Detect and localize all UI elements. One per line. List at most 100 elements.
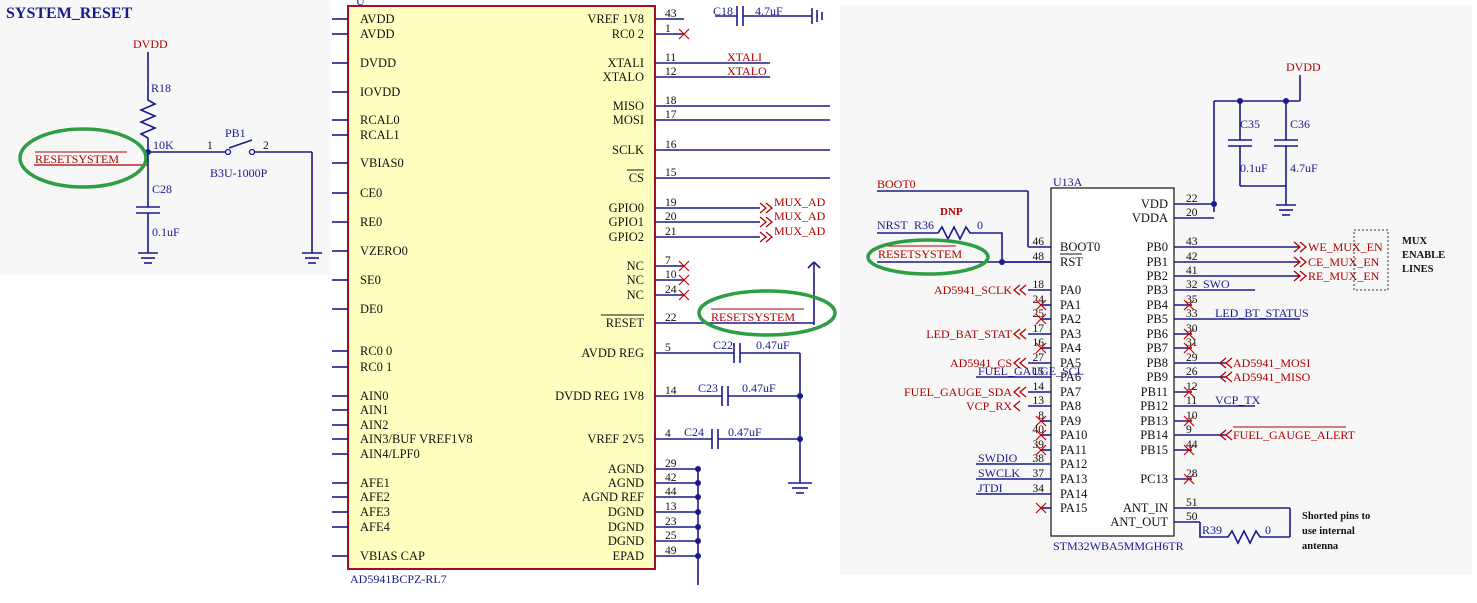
r18-value: 10K [153, 138, 174, 152]
c22-cap [655, 343, 801, 483]
stm32-left-pin-label: PA15 [1060, 501, 1087, 515]
stm32-left-pin-label: PA10 [1060, 428, 1087, 442]
ad5941-net-label: MUX_AD [774, 224, 826, 238]
stm32-net-label: LED_BAT_STAT [926, 327, 1012, 341]
ad5941-right-pin-label: AGND [608, 476, 644, 490]
stm32-part: STM32WBA5MMGH6TR [1053, 539, 1184, 553]
stm32-right-pin-label: PB0 [1146, 240, 1168, 254]
ad5941-right-pin-label: XTALI [608, 56, 645, 70]
stm32-net-label: VCP_TX [1215, 393, 1261, 407]
net-arrow [1224, 357, 1233, 369]
switch-contact-right [248, 148, 256, 156]
ad5941-left-pin-label: RCAL0 [360, 113, 400, 127]
antenna-note-line: Shorted pins to [1302, 511, 1370, 522]
stm32-net-label: JTDI [978, 481, 1003, 495]
stm32-left-pin-label: PA2 [1060, 312, 1081, 326]
ad5941-left-pin-label: AFE4 [360, 520, 391, 534]
ad5941-left-pin-label: AIN0 [360, 389, 388, 403]
sheet-title: SYSTEM_RESET [6, 5, 133, 22]
ad5941-net-label: XTALO [727, 64, 767, 78]
stm32-net-label: SWCLK [978, 466, 1020, 480]
pb1-pin2: 2 [263, 140, 269, 152]
net-arrow [759, 231, 768, 243]
ad5941-right-pin-label: DGND [608, 505, 644, 519]
ad5941-right-pin-label: DGND [608, 534, 644, 548]
ad5941-right-pin-label: XTALO [603, 70, 644, 84]
stm32-left-pin-label: PA3 [1060, 327, 1081, 341]
ad5941-net-label: MUX_AD [774, 209, 826, 223]
stm32-net-label: SWDIO [978, 451, 1018, 465]
stm32-left-pin-label: RST [1060, 255, 1083, 269]
c28-value: 0.1uF [152, 225, 180, 239]
r36-ref: R36 [914, 218, 934, 232]
c22-ref: C22 [713, 338, 733, 352]
ad5941-right-pin-label: DGND [608, 520, 644, 534]
stm32-right-pin-label: PB14 [1140, 428, 1169, 442]
stm32-ref: U13A [1053, 175, 1083, 189]
pb1-pin1: 1 [207, 140, 213, 152]
switch-contact-left [224, 148, 232, 156]
stm32-right-pin-label: PB6 [1146, 327, 1168, 341]
stm32-right-pin-label: PB9 [1146, 370, 1168, 384]
r36-dnp: DNP [940, 206, 963, 218]
stm32-right-pin-label: PB5 [1146, 312, 1168, 326]
antenna-note-line: antenna [1302, 541, 1339, 552]
mux-note-line: MUX [1402, 236, 1427, 247]
c23-value: 0.47uF [742, 381, 776, 395]
ad5941-left-pin-label: RE0 [360, 215, 382, 229]
stm32-right-pin-label: PB2 [1146, 269, 1168, 283]
ad5941-right-pin-label: MISO [613, 99, 644, 113]
ad5941-right-pin-label: VREF 1V8 [587, 12, 644, 26]
stm32-right-pin-label: ANT_OUT [1110, 515, 1168, 529]
r18-ref: R18 [151, 81, 171, 95]
c23-cap [655, 386, 800, 406]
ground-symbol [788, 482, 812, 494]
ad5941-left-pin-label: RC0 0 [360, 344, 392, 358]
ad5941-left-pin-label: AVDD [360, 27, 395, 41]
stm32-left-pin-label: PA4 [1060, 341, 1082, 355]
ad5941-right-pin-label: SCLK [612, 143, 644, 157]
ad5941-right-pin-label: EPAD [613, 549, 645, 563]
ad5941-left-pin-label: AFE3 [360, 505, 390, 519]
ground-symbol [138, 252, 158, 264]
mux-note-line: LINES [1402, 264, 1434, 275]
stm32-right-pin-label: PB12 [1140, 399, 1168, 413]
stm32-net-label: LED_BT_STATUS [1215, 306, 1309, 320]
ground-symbol [302, 252, 322, 264]
pb1-ref: PB1 [225, 126, 246, 140]
ad5941-left-pin-label: DVDD [360, 56, 396, 70]
net-arrow [1012, 400, 1021, 412]
stm32-left-pin-label: PA12 [1060, 457, 1087, 471]
c36-value: 4.7uF [1290, 161, 1318, 175]
stm-dvdd-label: DVDD [1286, 60, 1321, 74]
r39-value: 0 [1265, 523, 1271, 537]
stm32-right-pin-label: PB1 [1146, 255, 1168, 269]
stm32-right-pin-label: VDDA [1132, 211, 1168, 225]
ad5941-right-pin-label: NC [627, 259, 644, 273]
ad5941-part: AD5941BCPZ-RL7 [350, 572, 447, 586]
ad5941-left-pin-label: SE0 [360, 273, 381, 287]
c24-value: 0.47uF [728, 425, 762, 439]
net-arrow [1224, 429, 1233, 441]
net-arrow [1018, 386, 1027, 398]
ad5941-right-pin-label: MOSI [613, 113, 644, 127]
ad5941-right-pin-label: GPIO0 [609, 201, 644, 215]
stm32-left-pin-label: PA7 [1060, 385, 1081, 399]
r39-ref: R39 [1202, 523, 1222, 537]
ad5941-right-pin-label: AVDD REG [581, 346, 644, 360]
junction-dot [1211, 201, 1217, 207]
ad5941-right-pin-label: RESET [606, 316, 645, 330]
ad5941-right-pin-label: DVDD REG 1V8 [555, 389, 644, 403]
ad5941-left-pin-label: DE0 [360, 302, 383, 316]
wire-arrow [813, 261, 821, 269]
ad5941-net-label: RESETSYSTEM [711, 310, 795, 324]
stm32-right-pin-label: PB4 [1146, 298, 1168, 312]
mux-note-line: ENABLE [1402, 250, 1445, 261]
stm32-left-pin-label: PA14 [1060, 487, 1088, 501]
ad5941-right-pin-label: RC0 2 [612, 27, 644, 41]
ad5941-left-pin-label: VBIAS CAP [360, 549, 425, 563]
stm-reset-net: RESETSYSTEM [878, 247, 962, 261]
stm32-right-pin-label: PB13 [1140, 414, 1168, 428]
stm32-left-pin-label: BOOT0 [1060, 240, 1100, 254]
ground-symbol [1276, 204, 1296, 216]
